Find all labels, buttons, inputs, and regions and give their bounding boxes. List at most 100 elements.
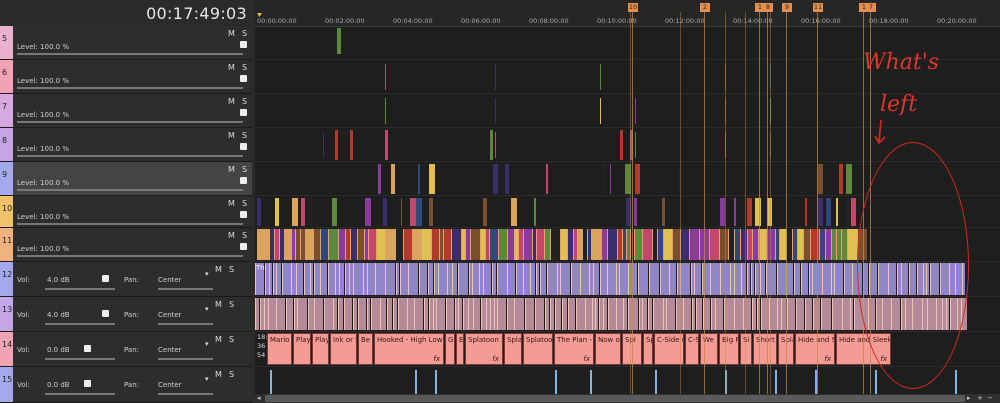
audio-wave[interactable] xyxy=(751,263,754,295)
track-number-tab[interactable]: 13 xyxy=(0,297,13,331)
video-clip[interactable] xyxy=(846,164,852,194)
audio-wave[interactable] xyxy=(338,298,343,330)
video-clip[interactable] xyxy=(357,229,364,260)
music-clip[interactable]: Ink or Sink xyxy=(330,333,357,365)
solo-button[interactable]: S xyxy=(229,300,234,309)
music-clip[interactable]: The Plan - S fx xyxy=(554,333,594,365)
audio-wave[interactable] xyxy=(822,263,831,295)
vol-slider-knob[interactable] xyxy=(101,275,109,282)
audio-wave[interactable] xyxy=(276,298,285,330)
audio-wave[interactable] xyxy=(850,298,853,330)
video-clip[interactable] xyxy=(483,198,487,226)
audio-wave[interactable] xyxy=(408,263,418,295)
audio-wave[interactable] xyxy=(339,263,344,295)
audio-wave[interactable] xyxy=(393,298,397,330)
audio-wave[interactable] xyxy=(530,263,535,295)
audio-wave[interactable] xyxy=(525,298,534,330)
track-number-tab[interactable]: 12 xyxy=(0,262,13,296)
music-clip[interactable]: Spla xyxy=(504,333,522,365)
audio-wave[interactable] xyxy=(821,298,831,330)
audio-wave[interactable] xyxy=(710,263,720,295)
video-clip[interactable] xyxy=(416,198,422,226)
level-slider[interactable] xyxy=(17,87,243,89)
audio-wave[interactable] xyxy=(834,263,843,295)
mute-button[interactable]: M xyxy=(215,265,222,274)
video-clip[interactable] xyxy=(328,229,338,260)
vol-slider[interactable] xyxy=(45,323,115,325)
audio-wave[interactable] xyxy=(375,263,385,295)
audio-clip-small[interactable] xyxy=(955,370,957,394)
audio-wave[interactable] xyxy=(669,263,676,295)
video-track-header[interactable]: 8 Level: 100.0 % M S xyxy=(0,128,252,162)
pan-dropdown-chevron-icon[interactable]: ▾ xyxy=(205,375,209,383)
video-clip[interactable] xyxy=(662,198,665,226)
video-clip[interactable] xyxy=(385,64,386,90)
audio-wave[interactable] xyxy=(832,298,842,330)
video-track-header[interactable]: 5 Level: 100.0 % M S xyxy=(0,26,252,60)
mute-button[interactable]: M xyxy=(215,335,222,344)
video-clip[interactable] xyxy=(308,198,313,226)
audio-wave[interactable] xyxy=(560,263,570,295)
vol-slider-knob[interactable] xyxy=(101,310,109,317)
video-clip[interactable] xyxy=(292,198,298,226)
video-clip[interactable] xyxy=(323,132,324,158)
audio-wave[interactable] xyxy=(540,263,546,295)
video-clip[interactable] xyxy=(620,130,623,160)
audio-wave[interactable] xyxy=(603,298,607,330)
video-clip[interactable] xyxy=(443,229,451,260)
solo-button[interactable]: S xyxy=(229,265,234,274)
video-clip[interactable] xyxy=(490,130,493,160)
pan-dropdown-chevron-icon[interactable]: ▾ xyxy=(205,270,209,278)
vol-slider-knob[interactable] xyxy=(84,345,91,352)
level-slider-knob[interactable] xyxy=(240,143,247,150)
audio-wave[interactable] xyxy=(497,263,507,295)
video-clip[interactable] xyxy=(301,198,305,226)
audio-wave[interactable] xyxy=(648,298,652,330)
timeline-marker[interactable]: 7 xyxy=(866,3,876,12)
video-clip[interactable] xyxy=(412,229,421,260)
audio-wave[interactable] xyxy=(796,298,804,330)
audio-wave[interactable] xyxy=(787,298,795,330)
music-clip[interactable]: Big Ris xyxy=(719,333,739,365)
mute-button[interactable]: M xyxy=(228,199,235,208)
audio-wave[interactable] xyxy=(436,298,445,330)
audio-wave[interactable] xyxy=(607,263,616,295)
audio-wave[interactable] xyxy=(483,263,491,295)
music-clip[interactable]: Si xyxy=(740,333,752,365)
video-clip[interactable] xyxy=(602,164,606,194)
video-clip[interactable] xyxy=(337,28,341,54)
music-clip[interactable]: Now on xyxy=(595,333,621,365)
video-clip[interactable] xyxy=(635,132,636,158)
video-clip[interactable] xyxy=(385,98,386,124)
vol-slider[interactable] xyxy=(45,288,115,290)
video-clip[interactable] xyxy=(635,98,636,124)
audio-wave[interactable] xyxy=(638,263,648,295)
track-number-tab[interactable]: 8 xyxy=(0,128,13,161)
level-slider[interactable] xyxy=(17,121,243,123)
audio-wave[interactable] xyxy=(407,298,414,330)
audio-wave[interactable] xyxy=(380,298,386,330)
audio-wave[interactable] xyxy=(400,263,408,295)
audio-wave[interactable] xyxy=(536,263,539,295)
audio-wave[interactable] xyxy=(353,298,357,330)
solo-button[interactable]: S xyxy=(242,165,247,174)
audio-wave[interactable] xyxy=(507,298,514,330)
audio-wave[interactable] xyxy=(752,298,756,330)
video-clip[interactable] xyxy=(634,198,637,226)
music-clip[interactable]: G xyxy=(445,333,455,365)
audio-wave[interactable] xyxy=(696,298,702,330)
music-clip[interactable]: Splatoon 3 fx xyxy=(465,333,503,365)
video-clip[interactable] xyxy=(680,229,689,260)
video-clip[interactable] xyxy=(470,229,480,260)
mute-button[interactable]: M xyxy=(215,300,222,309)
video-clip[interactable] xyxy=(689,229,699,260)
music-clip[interactable]: Mario xyxy=(267,333,292,365)
time-ruler[interactable]: 00:00:00:00 00:02:00:00 00:04:00:00 00:06:0… xyxy=(255,0,1000,27)
audio-wave[interactable] xyxy=(353,263,363,295)
audio-wave[interactable] xyxy=(269,263,272,295)
level-slider[interactable] xyxy=(17,223,243,225)
video-clip[interactable] xyxy=(672,229,680,260)
audio-wave[interactable] xyxy=(314,298,323,330)
audio-clip-small[interactable] xyxy=(875,370,877,394)
audio-wave[interactable] xyxy=(805,298,812,330)
